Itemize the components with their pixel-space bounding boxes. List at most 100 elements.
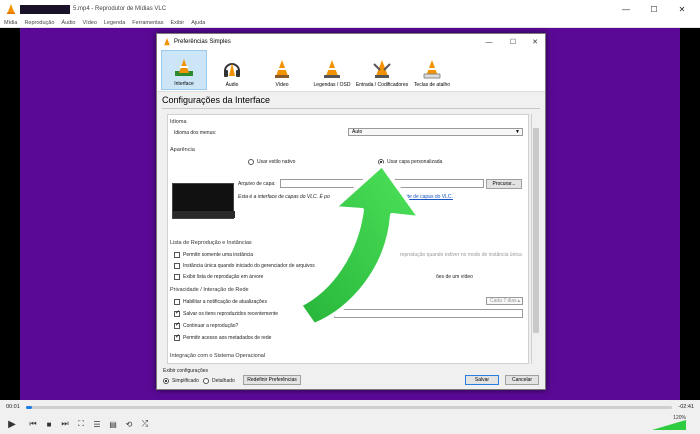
radio-checked	[163, 378, 169, 384]
menu-subtitle[interactable]: Legenda	[104, 20, 125, 26]
checkbox-checked	[174, 309, 180, 317]
category-interface[interactable]: Interface	[161, 50, 207, 90]
checkbox	[174, 299, 180, 305]
subtitles-cone-icon	[324, 60, 340, 78]
category-bar: Interface Áudio Vídeo Legendas / OSD Ent…	[157, 50, 545, 92]
native-style-radio[interactable]: Usar estilo nativo	[248, 159, 295, 165]
scrollbar-thumb[interactable]	[533, 128, 539, 333]
interface-cone-icon	[175, 59, 193, 76]
skin-file-input[interactable]	[280, 179, 484, 188]
settings-panel: Idioma Idioma dos menus: Auto ▼ Aparência…	[167, 114, 529, 364]
dialog-minimize-button[interactable]: —	[479, 34, 499, 50]
stop-button[interactable]: ■	[42, 417, 56, 431]
category-input-codecs[interactable]: Entrada / Codificadores	[356, 50, 408, 90]
section-privacy: Privacidade / Interação de Rede	[170, 287, 249, 293]
volume-slider[interactable]	[652, 417, 692, 431]
save-button[interactable]: Salvar	[465, 375, 499, 385]
skin-preview	[172, 183, 235, 219]
menu-audio[interactable]: Áudio	[61, 20, 75, 26]
fullscreen-button[interactable]: ⛶	[74, 417, 88, 431]
control-bar: ▶ ⏮ ■ ⏭ ⛶ ☰ ▤ ⟲ ⤮ 120%	[0, 414, 700, 434]
skin-site-link[interactable]: site de capas do VLC.	[404, 194, 453, 200]
previous-button[interactable]: ⏮	[26, 417, 40, 431]
category-hotkeys[interactable]: Teclas de atalho	[407, 50, 457, 90]
checkbox-checked	[174, 321, 180, 329]
continue-playback-checkbox[interactable]: Continuar a reprodução?	[174, 321, 238, 329]
close-button[interactable]: ✕	[668, 0, 696, 18]
filter-label: Filtro:	[318, 311, 331, 317]
shuffle-button[interactable]: ⤮	[138, 417, 152, 431]
checkbox	[174, 274, 180, 280]
category-subtitles-osd[interactable]: Legendas / OSD	[307, 50, 357, 90]
audio-headphones-icon	[224, 63, 240, 77]
playlist-tree-checkbox[interactable]: Exibir lista de reprodução em árvore	[174, 274, 263, 280]
dialog-title-bar: Preferências Simples — ☐ ✕	[157, 34, 545, 50]
allow-single-instance-checkbox[interactable]: Permitir somente uma instância	[174, 252, 253, 258]
hotkeys-cone-icon	[423, 60, 441, 79]
menu-media[interactable]: Mídia	[4, 20, 17, 26]
radio-checked	[378, 159, 384, 165]
preferences-dialog: Preferências Simples — ☐ ✕ Interface Áud…	[156, 33, 546, 390]
custom-skin-radio[interactable]: Usar capa personalizada	[378, 159, 442, 165]
loop-button[interactable]: ⟲	[122, 417, 136, 431]
input-codecs-icon	[373, 60, 391, 78]
update-interval-select[interactable]: Cada 7 dias ▴	[486, 297, 523, 305]
extended-settings-button[interactable]: ☰	[90, 417, 104, 431]
vlc-title-bar: 5.mp4 - Reprodutor de Mídias VLC — ☐ ✕	[0, 0, 700, 18]
section-appearance: Aparência	[170, 147, 195, 153]
checkbox	[174, 263, 180, 269]
menu-bar: Mídia Reprodução Áudio Vídeo Legenda Fer…	[0, 18, 700, 28]
dialog-title: Preferências Simples	[174, 39, 231, 45]
menu-language-label: Idioma dos menus:	[174, 130, 217, 136]
checkbox	[174, 252, 180, 258]
settings-scrollbar[interactable]	[531, 114, 539, 364]
seek-bar-fill	[25, 405, 33, 409]
save-recent-checkbox[interactable]: Salvar os itens reproduzidos recentement…	[174, 309, 278, 317]
play-button[interactable]: ▶	[4, 416, 20, 432]
menu-playback[interactable]: Reprodução	[24, 20, 54, 26]
show-settings-label: Exibir configurações	[163, 368, 209, 374]
single-instance-file-manager-checkbox[interactable]: Instância única quando iniciado do geren…	[174, 263, 315, 269]
chevron-down-icon: ▼	[515, 129, 520, 135]
vlc-cone-icon	[164, 38, 170, 46]
settings-heading: Configurações da Interface	[162, 95, 271, 105]
menu-view[interactable]: Exibir	[170, 20, 184, 26]
browse-button[interactable]: Procurar...	[486, 179, 522, 189]
seek-row: 00:01 -02:41	[0, 400, 700, 414]
time-elapsed: 00:01	[6, 404, 20, 410]
maximize-button[interactable]: ☐	[640, 0, 668, 18]
update-notification-checkbox[interactable]: Habilitar a notificação de atualizações	[174, 299, 267, 305]
menu-tools[interactable]: Ferramentas	[132, 20, 163, 26]
simple-radio[interactable]: Simplificado	[163, 378, 199, 384]
category-audio[interactable]: Áudio	[207, 50, 257, 90]
video-note: ões de um vídeo	[436, 274, 473, 280]
time-total: -02:41	[678, 404, 694, 410]
section-language: Idioma	[170, 119, 187, 125]
next-button[interactable]: ⏭	[58, 417, 72, 431]
menu-help[interactable]: Ajuda	[191, 20, 205, 26]
menu-video[interactable]: Vídeo	[83, 20, 97, 26]
seek-bar[interactable]	[25, 405, 673, 409]
cancel-button[interactable]: Cancelar	[505, 375, 539, 385]
section-os-integration: Integração com o Sistema Operacional	[170, 353, 266, 359]
detailed-radio[interactable]: Detalhado	[203, 378, 235, 384]
menu-language-select[interactable]: Auto ▼	[348, 128, 523, 136]
section-playlist: Lista de Reprodução e Instâncias	[170, 240, 252, 246]
checkbox-checked	[174, 333, 180, 341]
heading-divider	[162, 108, 540, 109]
redacted-filename	[20, 4, 70, 14]
skin-file-label: Arquivo de capa:	[238, 181, 276, 187]
dialog-close-button[interactable]: ✕	[525, 34, 545, 50]
category-video[interactable]: Vídeo	[257, 50, 307, 90]
vlc-cone-icon	[7, 4, 15, 14]
playlist-button[interactable]: ▤	[106, 417, 120, 431]
enqueue-note: reprodução quando estiver no modo de ins…	[400, 252, 522, 258]
filter-input[interactable]	[334, 309, 523, 318]
skin-note: Esta é a interface de capas do VLC. É po	[238, 194, 330, 200]
spin-icon: ▴	[517, 298, 520, 304]
network-metadata-checkbox[interactable]: Permitir acesso aos metadados de rede	[174, 333, 271, 341]
radio-unchecked	[203, 378, 209, 384]
reset-preferences-button[interactable]: Redefinir Preferências	[243, 375, 301, 385]
minimize-button[interactable]: —	[612, 0, 640, 18]
dialog-maximize-button[interactable]: ☐	[503, 34, 523, 50]
